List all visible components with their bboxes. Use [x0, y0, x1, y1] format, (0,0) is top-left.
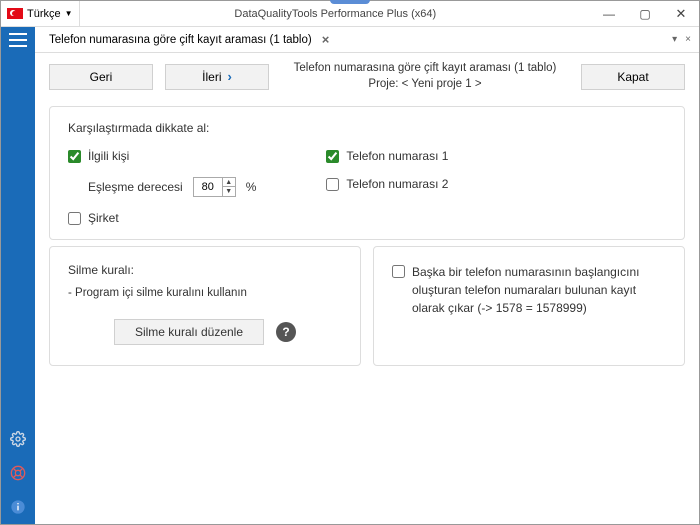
hamburger-icon[interactable] — [9, 33, 27, 47]
phone1-checkbox-row[interactable]: Telefon numarası 1 — [326, 149, 448, 163]
match-degree-row: Eşleşme derecesi ▲ ▼ % — [68, 177, 256, 197]
company-checkbox-row[interactable]: Şirket — [68, 211, 256, 225]
contact-label: İlgili kişi — [88, 149, 129, 163]
help-icon[interactable]: ? — [276, 322, 296, 342]
lower-panels: Silme kuralı: - Program içi silme kuralı… — [35, 246, 699, 366]
close-label: Kapat — [617, 70, 648, 84]
match-degree-pct: % — [246, 180, 257, 194]
maximize-button[interactable]: ▢ — [627, 1, 663, 26]
phone2-label: Telefon numarası 2 — [346, 177, 448, 191]
phone2-checkbox[interactable] — [326, 178, 339, 191]
match-degree-label: Eşleşme derecesi — [88, 180, 183, 194]
back-button[interactable]: Geri — [49, 64, 153, 90]
language-label: Türkçe — [27, 8, 61, 20]
delete-rule-title: Silme kuralı: — [68, 263, 342, 277]
tab-label: Telefon numarasına göre çift kayıt arama… — [49, 34, 312, 46]
prefix-panel: Başka bir telefon numarasının başlangıcı… — [373, 246, 685, 366]
match-degree-spinner[interactable]: ▲ ▼ — [193, 177, 236, 197]
center-line2: Proje: < Yeni proje 1 > — [281, 77, 569, 93]
contact-checkbox-row[interactable]: İlgili kişi — [68, 149, 256, 163]
chevron-down-icon: ▼ — [65, 9, 73, 18]
flag-tr-icon — [7, 8, 23, 19]
minimize-button[interactable]: — — [591, 1, 627, 26]
tabstrip: Telefon numarasına göre çift kayıt arama… — [35, 27, 699, 53]
center-line1: Telefon numarasına göre çift kayıt arama… — [281, 61, 569, 77]
tab-close-icon[interactable]: × — [322, 32, 330, 47]
delete-rule-text: - Program içi silme kuralını kullanın — [68, 287, 342, 299]
arrow-right-icon: › — [228, 69, 232, 84]
toolbar-row: Geri İleri › Telefon numarasına göre çif… — [35, 53, 699, 100]
tab-dropdown-icon[interactable]: ▾ — [672, 34, 677, 45]
tab-close-all-icon[interactable]: × — [685, 34, 691, 45]
tab-phone-dup-search[interactable]: Telefon numarasına göre çift kayıt arama… — [43, 27, 335, 52]
edit-delete-rule-button[interactable]: Silme kuralı düzenle — [114, 319, 264, 345]
sidebar — [1, 27, 35, 524]
titlebar: Türkçe ▼ DataQualityTools Performance Pl… — [1, 1, 699, 27]
edit-delete-rule-label: Silme kuralı düzenle — [135, 325, 243, 339]
info-icon[interactable] — [9, 498, 27, 516]
center-info: Telefon numarasına göre çift kayıt arama… — [281, 61, 569, 92]
phone2-checkbox-row[interactable]: Telefon numarası 2 — [326, 177, 448, 191]
life-ring-icon[interactable] — [9, 464, 27, 482]
content-area: Telefon numarasına göre çift kayıt arama… — [35, 27, 699, 524]
gear-icon[interactable] — [9, 430, 27, 448]
prefix-checkbox[interactable] — [392, 265, 405, 278]
back-label: Geri — [90, 70, 113, 84]
phone1-label: Telefon numarası 1 — [346, 149, 448, 163]
compare-panel: Karşılaştırmada dikkate al: İlgili kişi … — [49, 106, 685, 240]
company-checkbox[interactable] — [68, 212, 81, 225]
close-window-button[interactable]: ✕ — [663, 1, 699, 26]
prefix-text: Başka bir telefon numarasının başlangıcı… — [412, 263, 666, 317]
contact-checkbox[interactable] — [68, 150, 81, 163]
app-title-text: DataQualityTools Performance Plus (x64) — [234, 8, 436, 20]
delete-rule-panel: Silme kuralı: - Program içi silme kuralı… — [49, 246, 361, 366]
close-button[interactable]: Kapat — [581, 64, 685, 90]
app-title: DataQualityTools Performance Plus (x64) — [80, 8, 591, 20]
spinner-up-icon[interactable]: ▲ — [223, 178, 235, 187]
drag-handle-icon[interactable] — [330, 0, 370, 4]
phone1-checkbox[interactable] — [326, 150, 339, 163]
window-controls: — ▢ ✕ — [591, 1, 699, 26]
forward-button[interactable]: İleri › — [165, 64, 269, 90]
compare-panel-title: Karşılaştırmada dikkate al: — [68, 121, 666, 135]
prefix-checkbox-row[interactable]: Başka bir telefon numarasının başlangıcı… — [392, 263, 666, 317]
company-label: Şirket — [88, 211, 119, 225]
forward-label: İleri — [202, 70, 221, 84]
match-degree-input[interactable] — [194, 181, 222, 193]
spinner-down-icon[interactable]: ▼ — [223, 187, 235, 196]
language-selector[interactable]: Türkçe ▼ — [1, 1, 80, 26]
